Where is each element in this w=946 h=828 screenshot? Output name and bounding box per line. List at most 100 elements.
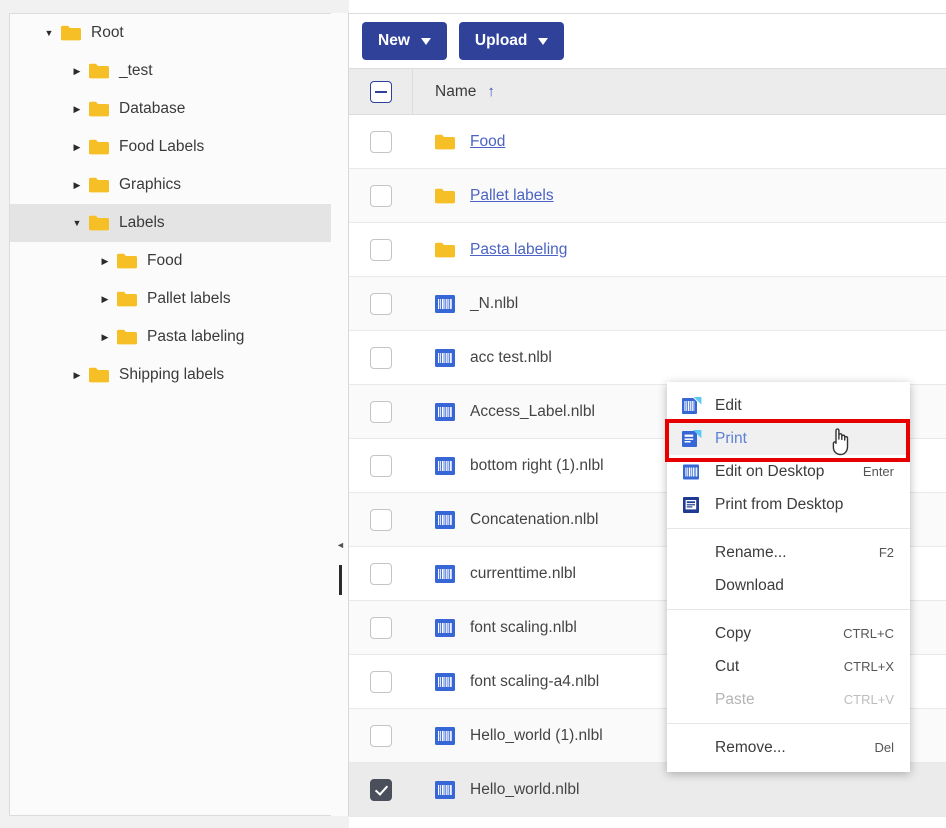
file-name[interactable]: bottom right (1).nlbl bbox=[470, 457, 604, 475]
menu-item-label: Rename... bbox=[715, 544, 865, 562]
row-checkbox-cell[interactable] bbox=[349, 115, 413, 168]
row-checkbox[interactable] bbox=[370, 455, 392, 477]
row-checkbox[interactable] bbox=[370, 293, 392, 315]
folder-icon bbox=[88, 100, 110, 118]
menu-item-label: Paste bbox=[715, 691, 830, 709]
tree-item-food-labels[interactable]: ▶Food Labels bbox=[10, 128, 340, 166]
menu-item-print-from-desktop[interactable]: Print from Desktop bbox=[667, 488, 910, 521]
row-checkbox[interactable] bbox=[370, 509, 392, 531]
folder-link[interactable]: Pallet labels bbox=[470, 187, 554, 205]
file-name[interactable]: font scaling-a4.nlbl bbox=[470, 673, 599, 691]
chevron-right-icon[interactable]: ▶ bbox=[94, 295, 116, 304]
chevron-right-icon[interactable]: ▶ bbox=[66, 105, 88, 114]
column-header-name[interactable]: Name ↑ bbox=[413, 69, 946, 114]
folder-link[interactable]: Food bbox=[470, 133, 505, 151]
row-checkbox[interactable] bbox=[370, 401, 392, 423]
chevron-right-icon[interactable]: ▶ bbox=[66, 371, 88, 380]
tree-item-database[interactable]: ▶ Database bbox=[10, 90, 340, 128]
folder-link[interactable]: Pasta labeling bbox=[470, 241, 567, 259]
menu-icon-placeholder bbox=[681, 624, 703, 644]
chevron-right-icon[interactable]: ▶ bbox=[94, 257, 116, 266]
column-header-name-label: Name bbox=[435, 83, 476, 101]
file-name[interactable]: Access_Label.nlbl bbox=[470, 403, 595, 421]
tree-item-food[interactable]: ▶Food bbox=[10, 242, 340, 280]
tree-item-label: Database bbox=[119, 100, 185, 118]
chevron-right-icon[interactable]: ▶ bbox=[66, 181, 88, 190]
tree-item-graphics[interactable]: ▶ Graphics bbox=[10, 166, 340, 204]
table-row[interactable]: Pasta labeling bbox=[349, 223, 946, 277]
row-checkbox-cell[interactable] bbox=[349, 763, 413, 816]
file-name[interactable]: acc test.nlbl bbox=[470, 349, 552, 367]
chevron-down-icon[interactable]: ▼ bbox=[38, 29, 60, 38]
row-checkbox[interactable] bbox=[370, 671, 392, 693]
file-name[interactable]: Hello_world (1).nlbl bbox=[470, 727, 603, 745]
folder-icon bbox=[434, 239, 458, 261]
tree-item-shipping-labels[interactable]: ▶Shipping labels bbox=[10, 356, 340, 394]
tree-item-pasta-labeling[interactable]: ▶Pasta labeling bbox=[10, 318, 340, 356]
tree-item-labels[interactable]: ▼Labels bbox=[10, 204, 340, 242]
tree-item-label: Graphics bbox=[119, 176, 181, 194]
row-checkbox-cell[interactable] bbox=[349, 439, 413, 492]
row-checkbox[interactable] bbox=[370, 617, 392, 639]
row-name-cell: Pallet labels bbox=[413, 169, 946, 222]
menu-item-paste: PasteCTRL+V bbox=[667, 683, 910, 716]
upload-button-label: Upload bbox=[475, 32, 528, 50]
row-checkbox[interactable] bbox=[370, 239, 392, 261]
tree-item-root[interactable]: ▼ Root bbox=[10, 14, 340, 52]
menu-icon-placeholder bbox=[681, 543, 703, 563]
select-all-checkbox[interactable] bbox=[370, 81, 392, 103]
menu-item-edit-on-desktop[interactable]: Edit on DesktopEnter bbox=[667, 455, 910, 488]
file-name[interactable]: font scaling.nlbl bbox=[470, 619, 577, 637]
file-name[interactable]: _N.nlbl bbox=[470, 295, 518, 313]
menu-item-remove[interactable]: Remove...Del bbox=[667, 731, 910, 764]
row-checkbox-cell[interactable] bbox=[349, 493, 413, 546]
menu-item-rename[interactable]: Rename...F2 bbox=[667, 536, 910, 569]
select-all-cell[interactable] bbox=[349, 69, 413, 114]
tree-item-pallet-labels[interactable]: ▶Pallet labels bbox=[10, 280, 340, 318]
row-checkbox-cell[interactable] bbox=[349, 547, 413, 600]
row-checkbox-cell[interactable] bbox=[349, 655, 413, 708]
row-checkbox[interactable] bbox=[370, 725, 392, 747]
table-row[interactable]: _N.nlbl bbox=[349, 277, 946, 331]
row-checkbox-cell[interactable] bbox=[349, 601, 413, 654]
menu-icon-placeholder bbox=[681, 738, 703, 758]
row-checkbox-cell[interactable] bbox=[349, 331, 413, 384]
row-checkbox-cell[interactable] bbox=[349, 223, 413, 276]
table-row[interactable]: Pallet labels bbox=[349, 169, 946, 223]
splitter-grip-handle[interactable] bbox=[339, 565, 342, 595]
tree-item-label: Root bbox=[91, 24, 124, 42]
row-checkbox-cell[interactable] bbox=[349, 277, 413, 330]
label-file-icon bbox=[434, 347, 458, 369]
row-checkbox-cell[interactable] bbox=[349, 709, 413, 762]
menu-item-edit[interactable]: Edit bbox=[667, 389, 910, 422]
chevron-right-icon[interactable]: ▶ bbox=[66, 143, 88, 152]
chevron-down-icon[interactable]: ▼ bbox=[66, 219, 88, 228]
row-checkbox[interactable] bbox=[370, 185, 392, 207]
row-checkbox-cell[interactable] bbox=[349, 169, 413, 222]
table-row[interactable]: acc test.nlbl bbox=[349, 331, 946, 385]
folder-icon bbox=[88, 366, 110, 384]
file-name[interactable]: currenttime.nlbl bbox=[470, 565, 576, 583]
file-name[interactable]: Hello_world.nlbl bbox=[470, 781, 579, 799]
menu-item-download[interactable]: Download bbox=[667, 569, 910, 602]
chevron-right-icon[interactable]: ▶ bbox=[66, 67, 88, 76]
menu-item-cut[interactable]: CutCTRL+X bbox=[667, 650, 910, 683]
row-checkbox[interactable] bbox=[370, 347, 392, 369]
context-menu[interactable]: EditPrintEdit on DesktopEnterPrint from … bbox=[667, 382, 910, 772]
tree-item-test[interactable]: ▶_test bbox=[10, 52, 340, 90]
upload-button[interactable]: Upload bbox=[459, 22, 565, 60]
collapse-sidebar-arrow-icon[interactable]: ◄ bbox=[335, 540, 346, 551]
row-name-cell: _N.nlbl bbox=[413, 277, 946, 330]
sort-ascending-icon[interactable]: ↑ bbox=[487, 84, 495, 99]
sidebar-splitter[interactable]: ◄ bbox=[331, 13, 349, 816]
table-row[interactable]: Food bbox=[349, 115, 946, 169]
menu-item-copy[interactable]: CopyCTRL+C bbox=[667, 617, 910, 650]
row-checkbox[interactable] bbox=[370, 131, 392, 153]
chevron-right-icon[interactable]: ▶ bbox=[94, 333, 116, 342]
row-checkbox[interactable] bbox=[370, 563, 392, 585]
file-name[interactable]: Concatenation.nlbl bbox=[470, 511, 598, 529]
new-button[interactable]: New bbox=[362, 22, 447, 60]
menu-item-print[interactable]: Print bbox=[667, 422, 910, 455]
row-checkbox-cell[interactable] bbox=[349, 385, 413, 438]
row-checkbox[interactable] bbox=[370, 779, 392, 801]
